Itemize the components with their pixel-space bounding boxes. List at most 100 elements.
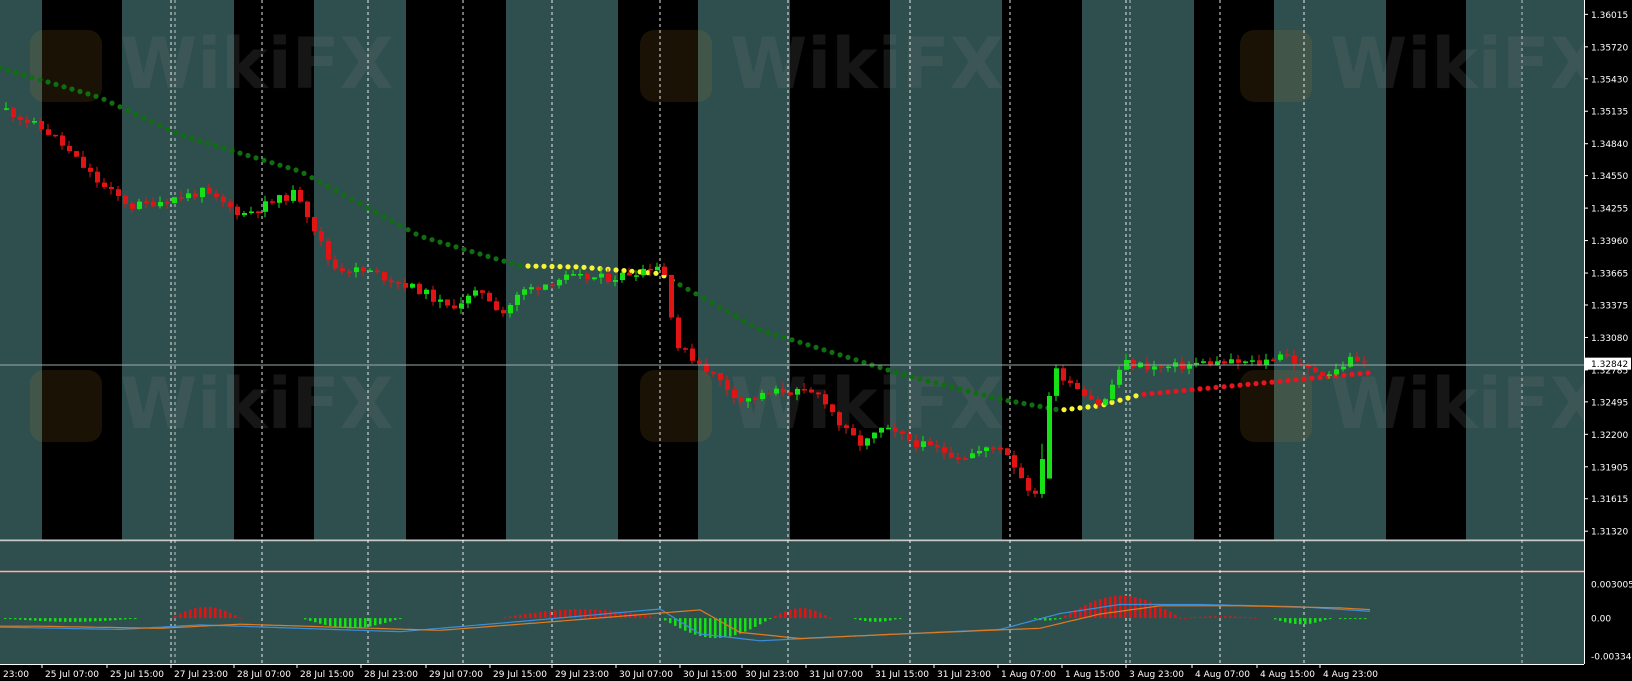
ma-point <box>925 378 931 384</box>
macd-bar <box>399 618 402 620</box>
ma-point <box>1085 404 1091 410</box>
macd-bar <box>344 618 347 628</box>
candle-body <box>1264 359 1269 365</box>
macd-bar <box>19 618 22 620</box>
ma-point <box>1165 389 1171 395</box>
macd-bar <box>69 618 72 622</box>
macd-bar <box>1279 618 1282 621</box>
candle-body <box>137 201 142 209</box>
candle-body <box>480 290 485 293</box>
ma-point <box>885 367 891 373</box>
candle-body <box>1040 459 1045 494</box>
candle-body <box>914 440 919 447</box>
ma-point <box>733 313 739 319</box>
time-tick-label: 30 Jul 23:00 <box>745 670 799 680</box>
candle-body <box>767 392 772 395</box>
macd-bar <box>1359 618 1362 620</box>
ma-point <box>861 359 867 366</box>
macd-bar <box>1339 618 1342 620</box>
candle-body <box>592 277 597 280</box>
macd-bar <box>379 618 382 625</box>
ma-point <box>117 104 123 110</box>
candle-body <box>473 290 478 296</box>
macd-bar <box>884 618 887 622</box>
candle-body <box>53 134 58 137</box>
candle-body <box>1089 395 1094 400</box>
candle-body <box>32 121 37 123</box>
candle-body <box>130 203 135 209</box>
macd-bar <box>1034 618 1037 620</box>
macd-bar <box>1079 607 1082 619</box>
ma-point <box>469 249 475 255</box>
macd-bar <box>389 618 392 622</box>
macd-bar <box>889 618 892 621</box>
candle-body <box>102 182 107 188</box>
macd-bar <box>1289 618 1292 624</box>
macd-bar <box>84 618 87 622</box>
macd-bar <box>544 611 547 618</box>
candle-body <box>1278 354 1283 360</box>
ma-point <box>437 239 443 245</box>
macd-bar <box>14 618 17 620</box>
macd-bar <box>329 618 332 626</box>
macd-bar <box>869 618 872 622</box>
ma-point <box>845 354 851 360</box>
candle-body <box>746 398 751 402</box>
ma-point <box>5 67 11 73</box>
ma-point <box>1181 387 1187 394</box>
candle-body <box>186 193 191 199</box>
ma-point <box>93 93 99 99</box>
time-tick-label: 4 Aug 23:00 <box>1323 670 1378 680</box>
ma-point <box>53 81 59 87</box>
ma-point <box>933 380 939 386</box>
ma-point <box>829 349 835 355</box>
candle-body <box>95 171 100 183</box>
macd-bar <box>584 609 587 619</box>
ma-point <box>1341 372 1347 378</box>
candle-body <box>536 287 541 290</box>
ma-point <box>1221 384 1227 390</box>
candle-body <box>389 280 394 283</box>
candle-body <box>809 389 814 393</box>
watermark-text: WikiFX <box>120 23 394 105</box>
candle-body <box>291 190 296 201</box>
ma-point <box>765 329 771 335</box>
candle-body <box>606 273 611 282</box>
ma-point <box>45 79 51 85</box>
time-tick-label: 24 Jul 23:00 <box>0 670 29 680</box>
macd-bar <box>94 618 97 622</box>
macd-bar <box>1344 618 1347 620</box>
macd-bar <box>899 618 902 620</box>
ma-point <box>525 263 531 269</box>
candle-body <box>543 284 548 290</box>
candle-body <box>242 213 247 216</box>
candle-body <box>963 458 968 460</box>
macd-bar <box>219 609 222 619</box>
candle-body <box>1271 359 1276 362</box>
macd-bar <box>749 618 752 630</box>
candle-body <box>690 348 695 361</box>
macd-bar <box>1159 606 1162 618</box>
candle-body <box>1117 369 1122 385</box>
macd-tick-label: -0.003343 <box>1591 653 1632 663</box>
candle-body <box>1327 374 1332 376</box>
macd-bar <box>1249 617 1252 619</box>
ma-point <box>909 374 915 380</box>
ma-point <box>1205 385 1211 391</box>
macd-bar <box>739 618 742 634</box>
price-tick-label: 1.35135 <box>1591 108 1628 118</box>
ma-point <box>205 140 211 146</box>
candle-body <box>284 195 289 201</box>
candle-body <box>326 240 331 260</box>
ma-point <box>389 218 395 224</box>
macd-bar <box>1069 612 1072 618</box>
price-tick-label: 1.31320 <box>1591 528 1628 538</box>
macd-bar <box>1219 616 1222 619</box>
macd-bar <box>214 607 217 619</box>
candle-body <box>1019 467 1024 479</box>
macd-bar <box>354 618 357 628</box>
ma-point <box>1365 370 1371 376</box>
price-tick-label: 1.35720 <box>1591 43 1628 53</box>
macd-bar <box>769 618 772 620</box>
price-chart[interactable]: WikiFXWikiFXWikiFXWikiFXWikiFXWikiFX 00 … <box>0 0 1632 681</box>
